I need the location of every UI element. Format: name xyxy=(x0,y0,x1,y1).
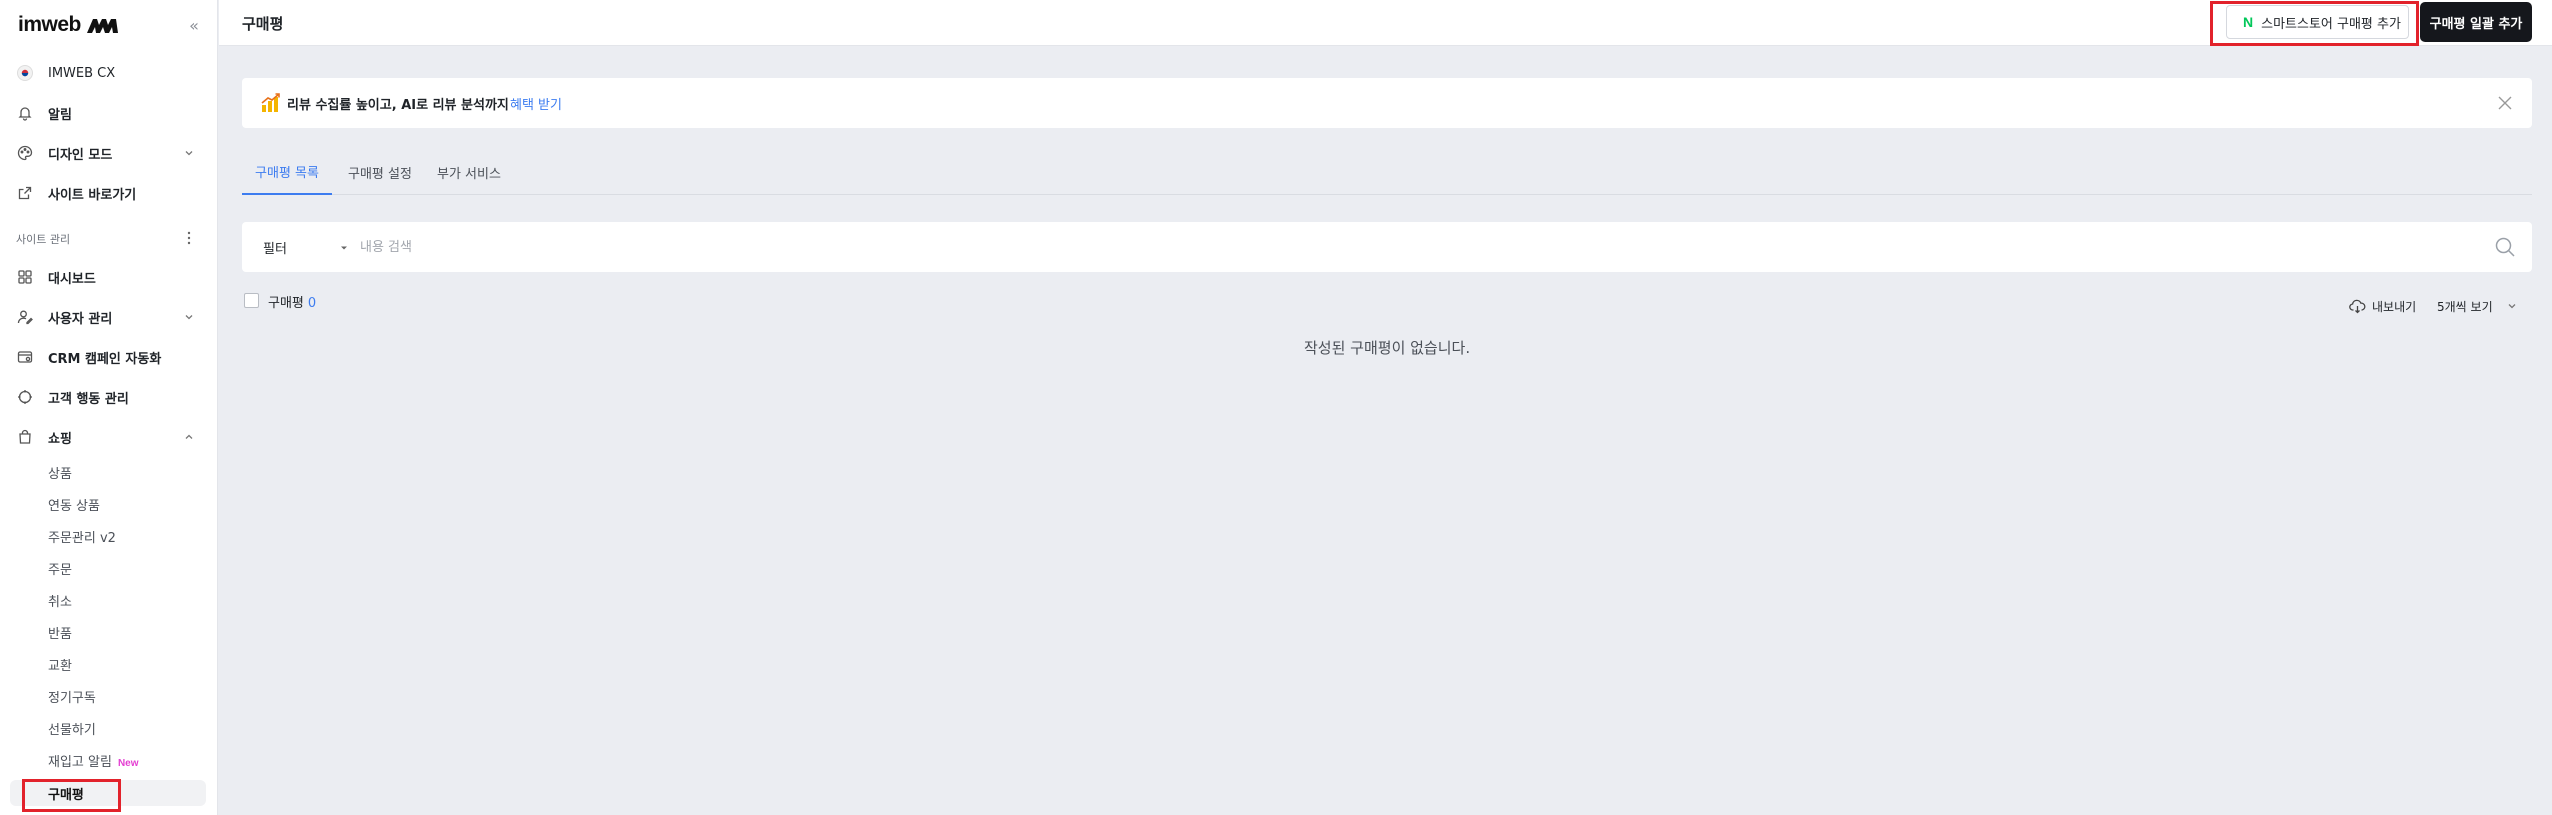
search-icon[interactable] xyxy=(2492,234,2518,260)
sidebar-item-label: 알림 xyxy=(48,107,72,123)
sidebar-sub-label: 상품 xyxy=(48,466,72,482)
review-count-number: 0 xyxy=(307,296,317,311)
search-input[interactable] xyxy=(360,234,2340,260)
sidebar-sub-label: 반품 xyxy=(48,626,72,642)
korea-flag-icon xyxy=(16,64,34,82)
sidebar-sub-return[interactable]: 반품 xyxy=(0,617,218,647)
sidebar-sub-label: 주문 xyxy=(48,562,72,578)
sidebar-item-design-mode[interactable]: 디자인 모드 xyxy=(0,135,218,171)
export-button[interactable]: 내보내기 xyxy=(2349,296,2416,316)
per-page-select[interactable]: 5개씩 보기 xyxy=(2437,296,2517,316)
sidebar-sub-subscription[interactable]: 정기구독 xyxy=(0,681,218,711)
sidebar-item-label: 디자인 모드 xyxy=(48,147,113,163)
sidebar-sub-cancel[interactable]: 취소 xyxy=(0,585,218,615)
sidebar-sub-products[interactable]: 상품 xyxy=(0,457,218,487)
sidebar-item-visit-site[interactable]: 사이트 바로가기 xyxy=(0,175,218,211)
user-manage-icon xyxy=(16,308,34,326)
sidebar-sub-orders[interactable]: 주문 xyxy=(0,553,218,583)
logo-text: imweb xyxy=(18,13,81,36)
sidebar-sub-orders-v2[interactable]: 주문관리 v2 xyxy=(0,521,218,551)
highlight-annotation-box xyxy=(22,779,121,812)
sidebar-sub-label: 선물하기 xyxy=(48,722,96,738)
external-link-icon xyxy=(16,184,34,202)
logo-row: imweb « xyxy=(0,0,218,52)
logo-mark-icon xyxy=(86,19,118,33)
sidebar-item-label: 사이트 바로가기 xyxy=(48,187,137,203)
sidebar-sub-exchange[interactable]: 교환 xyxy=(0,649,218,679)
sidebar-sub-label: 취소 xyxy=(48,594,72,610)
sidebar: imweb « IMWEB CX 알림 디자인 모드 사이트 바로가기 사이트 … xyxy=(0,0,218,815)
filter-bar: 필터 xyxy=(242,222,2532,272)
imweb-logo[interactable]: imweb xyxy=(18,13,119,37)
sidebar-item-shopping[interactable]: 쇼핑 xyxy=(0,419,218,455)
tab-review-settings[interactable]: 구매평 설정 xyxy=(348,150,412,195)
tab-review-list[interactable]: 구매평 목록 xyxy=(242,150,332,195)
sidebar-sub-label: 교환 xyxy=(48,658,72,674)
page-title: 구매평 xyxy=(242,15,284,33)
section-label: 사이트 관리 xyxy=(16,233,71,246)
sidebar-sub-label: 정기구독 xyxy=(48,690,96,706)
tab-additional-services[interactable]: 부가 서비스 xyxy=(437,150,501,195)
sidebar-item-label: CRM 캠페인 자동화 xyxy=(48,351,162,367)
bell-icon xyxy=(16,104,34,122)
chevron-up-icon xyxy=(182,430,196,444)
sidebar-sub-restock[interactable]: 재입고 알림 New xyxy=(0,745,218,775)
empty-state-message: 작성된 구매평이 없습니다. xyxy=(1304,339,1471,357)
workspace-label: IMWEB CX xyxy=(48,65,116,81)
export-label: 내보내기 xyxy=(2372,299,2417,314)
chevron-down-icon xyxy=(2508,304,2516,309)
banner-benefit-link[interactable]: 혜택 받기 xyxy=(510,94,562,113)
per-page-label: 5개씩 보기 xyxy=(2437,299,2493,314)
restock-label: 재입고 알림 xyxy=(48,754,112,770)
target-icon xyxy=(16,388,34,406)
sidebar-sub-gift[interactable]: 선물하기 xyxy=(0,713,218,743)
shopping-bag-icon xyxy=(16,428,34,446)
crm-icon xyxy=(16,348,34,366)
banner-message: 리뷰 수집률 높이고, AI로 리뷰 분석까지 xyxy=(287,97,509,113)
caret-down-icon[interactable] xyxy=(338,239,350,251)
sidebar-item-customer-behavior[interactable]: 고객 행동 관리 xyxy=(0,379,218,415)
bulk-review-add-button[interactable]: 구매평 일괄 추가 xyxy=(2420,2,2532,42)
review-count-label: 구매평 xyxy=(268,296,304,311)
sidebar-sub-label: 주문관리 v2 xyxy=(48,530,116,546)
chevron-down-icon xyxy=(182,146,196,160)
growth-chart-icon xyxy=(260,92,282,114)
close-icon[interactable] xyxy=(2494,92,2516,114)
sidebar-item-users[interactable]: 사용자 관리 xyxy=(0,299,218,335)
promo-banner: 리뷰 수집률 높이고, AI로 리뷰 분석까지 혜택 받기 xyxy=(242,78,2532,128)
sidebar-sub-linked-products[interactable]: 연동 상품 xyxy=(0,489,218,519)
sidebar-item-label: 쇼핑 xyxy=(48,431,72,447)
filter-dropdown[interactable]: 필터 xyxy=(263,238,287,257)
sidebar-item-label: 고객 행동 관리 xyxy=(48,391,129,407)
new-badge: New xyxy=(117,757,139,769)
sidebar-item-notifications[interactable]: 알림 xyxy=(0,95,218,131)
collapse-sidebar-icon[interactable]: « xyxy=(184,16,204,36)
sidebar-item-label: 사용자 관리 xyxy=(48,311,113,327)
dashboard-icon xyxy=(16,268,34,286)
highlight-annotation-box xyxy=(2210,1,2419,46)
sidebar-sub-label: 재입고 알림 New xyxy=(48,751,139,770)
sidebar-item-dashboard[interactable]: 대시보드 xyxy=(0,259,218,295)
cloud-download-icon xyxy=(2349,299,2366,313)
palette-icon xyxy=(16,144,34,162)
sidebar-item-crm[interactable]: CRM 캠페인 자동화 xyxy=(0,339,218,375)
review-count: 구매평 0 xyxy=(268,292,316,311)
sidebar-item-label: 대시보드 xyxy=(48,271,96,287)
select-all-checkbox[interactable] xyxy=(244,293,259,308)
workspace-item[interactable]: IMWEB CX xyxy=(0,55,218,91)
more-vertical-icon[interactable] xyxy=(180,229,198,247)
review-tabs: 구매평 목록 구매평 설정 부가 서비스 xyxy=(242,150,2532,195)
top-bar: 구매평 N 스마트스토어 구매평 추가 xyxy=(219,0,2552,46)
chevron-down-icon xyxy=(182,310,196,324)
sidebar-sub-label: 연동 상품 xyxy=(48,498,100,514)
